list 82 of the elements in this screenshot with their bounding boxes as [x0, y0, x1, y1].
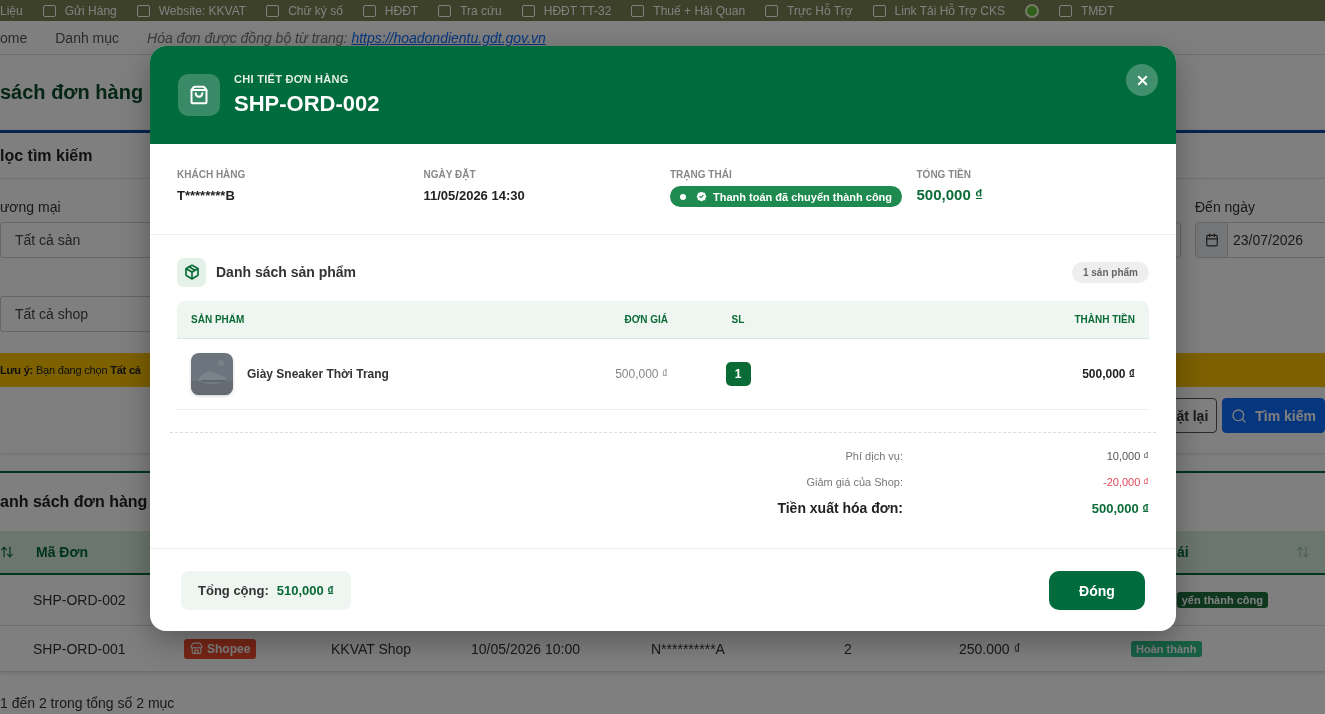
folder-icon	[521, 4, 535, 17]
breadcrumb-link[interactable]: Danh mục	[55, 29, 120, 46]
info-value: 11/05/2026 14:30	[423, 187, 525, 203]
pagination-info: 1 đến 2 trong tổng số 2 mục	[0, 695, 175, 711]
status-pill: Thanh toán đã chuyển thành công	[670, 186, 903, 207]
summary-value: 10,000 ₫	[1105, 450, 1149, 462]
folder-icon	[136, 4, 150, 17]
info-label: TRẠNG THÁI	[670, 169, 732, 180]
platform-badge: Shopee	[184, 638, 257, 659]
column-header: SẢN PHẨM	[191, 314, 246, 325]
summary-label: Tiền xuất hóa đơn:	[777, 500, 903, 516]
bookmark-link[interactable]: HĐĐT	[384, 3, 419, 18]
date-field[interactable]: 23/07/2026	[1195, 222, 1325, 258]
field-label: ương mại	[0, 199, 62, 215]
close-button[interactable]	[1126, 64, 1158, 96]
quantity: 2	[843, 640, 853, 657]
info-label: KHÁCH HÀNG	[177, 169, 246, 180]
dialog-subtitle: CHI TIẾT ĐƠN HÀNG	[234, 73, 350, 85]
column-header: ĐƠN GIÁ	[623, 314, 668, 325]
bookmark-link[interactable]: Gửi Hàng	[64, 3, 117, 18]
folder-icon	[42, 4, 56, 17]
folder-icon	[631, 4, 645, 17]
warning-note: Lưu ý: Bạn đang chọn Tất cả	[0, 364, 141, 376]
box-icon	[177, 257, 206, 287]
bookmark-link[interactable]: TMĐT	[1080, 3, 1115, 18]
badge-check-icon	[695, 190, 708, 203]
orders-title: anh sách đơn hàng	[0, 493, 148, 511]
sync-note: Hóa đơn được đồng bộ từ trang:	[147, 29, 348, 46]
close-button[interactable]: Đóng	[1049, 571, 1145, 610]
store-icon	[190, 642, 203, 655]
sort-icon[interactable]	[0, 545, 14, 559]
section-title: Danh sách sản phẩm	[216, 264, 358, 280]
shop-name: KKVAT Shop	[331, 640, 413, 657]
order-code: SHP-ORD-002	[33, 592, 127, 608]
bookmark-link[interactable]: HĐĐT TT-32	[543, 3, 612, 18]
search-icon	[1231, 407, 1248, 424]
product-name: Giày Sneaker Thời Trang	[247, 367, 389, 381]
search-button[interactable]: Tìm kiếm	[1222, 398, 1325, 433]
status-badge: Hoàn thành	[1131, 640, 1202, 657]
status-badge: yển thành công	[1176, 592, 1268, 608]
column-header: SL	[730, 314, 746, 325]
calendar-icon	[1204, 233, 1219, 247]
order-total: 250.000 ₫	[958, 640, 1022, 657]
dialog-title: SHP-ORD-002	[234, 91, 381, 117]
filter-title: lọc tìm kiếm	[0, 146, 93, 165]
grand-total-value: 510,000 ₫	[276, 583, 335, 598]
summary-label: Phí dịch vụ:	[845, 450, 903, 462]
bookmark-link[interactable]: Trực Hỗ Trợ	[787, 3, 853, 18]
summary-value: 500,000 ₫	[1090, 500, 1149, 516]
bookmark-link[interactable]: Link Tải Hỗ Trợ CKS	[894, 3, 1005, 18]
bookmark-link[interactable]: Website: KKVAT	[158, 3, 247, 18]
breadcrumb-link[interactable]: ome	[0, 29, 28, 46]
column-header: THÀNH TIỀN	[1073, 314, 1135, 325]
count-badge: 1 sản phẩm	[1071, 261, 1149, 283]
customer-name: N**********A	[651, 640, 726, 657]
summary-value: -20,000 ₫	[1102, 476, 1149, 488]
source-link[interactable]: https://hoadondientu.gdt.gov.vn	[351, 29, 546, 46]
bookmark-link[interactable]: Chữ ký số	[288, 3, 343, 18]
unit-price: 500,000 ₫	[614, 367, 668, 381]
field-label: Đến ngày	[1195, 199, 1256, 215]
order-code: SHP-ORD-001	[33, 640, 127, 657]
page-title: sách đơn hàng	[0, 81, 144, 104]
folder-icon	[872, 4, 886, 17]
folder-icon	[1058, 4, 1072, 17]
site-icon[interactable]	[1024, 3, 1039, 18]
grand-total-label: Tổng cộng:	[198, 583, 269, 598]
quantity-badge: 1	[725, 362, 751, 386]
total-amount: 500,000 ₫	[916, 186, 983, 203]
info-label: TỔNG TIỀN	[916, 169, 971, 180]
info-value: T********B	[177, 187, 235, 203]
summary-label: Giảm giá của Shop:	[806, 476, 903, 488]
folder-icon	[765, 4, 779, 17]
bookmark-link[interactable]: Liệu	[0, 3, 23, 18]
bag-icon	[178, 74, 220, 116]
bookmark-link[interactable]: Thuế + Hải Quan	[653, 3, 746, 18]
line-total: 500,000 ₫	[1081, 367, 1135, 381]
folder-icon	[266, 4, 280, 17]
bookmark-link[interactable]: Tra cứu	[460, 3, 502, 18]
folder-icon	[438, 4, 452, 17]
order-date: 10/05/2026 10:00	[471, 640, 581, 657]
folder-icon	[362, 4, 376, 17]
info-label: NGÀY ĐẶT	[423, 169, 476, 180]
